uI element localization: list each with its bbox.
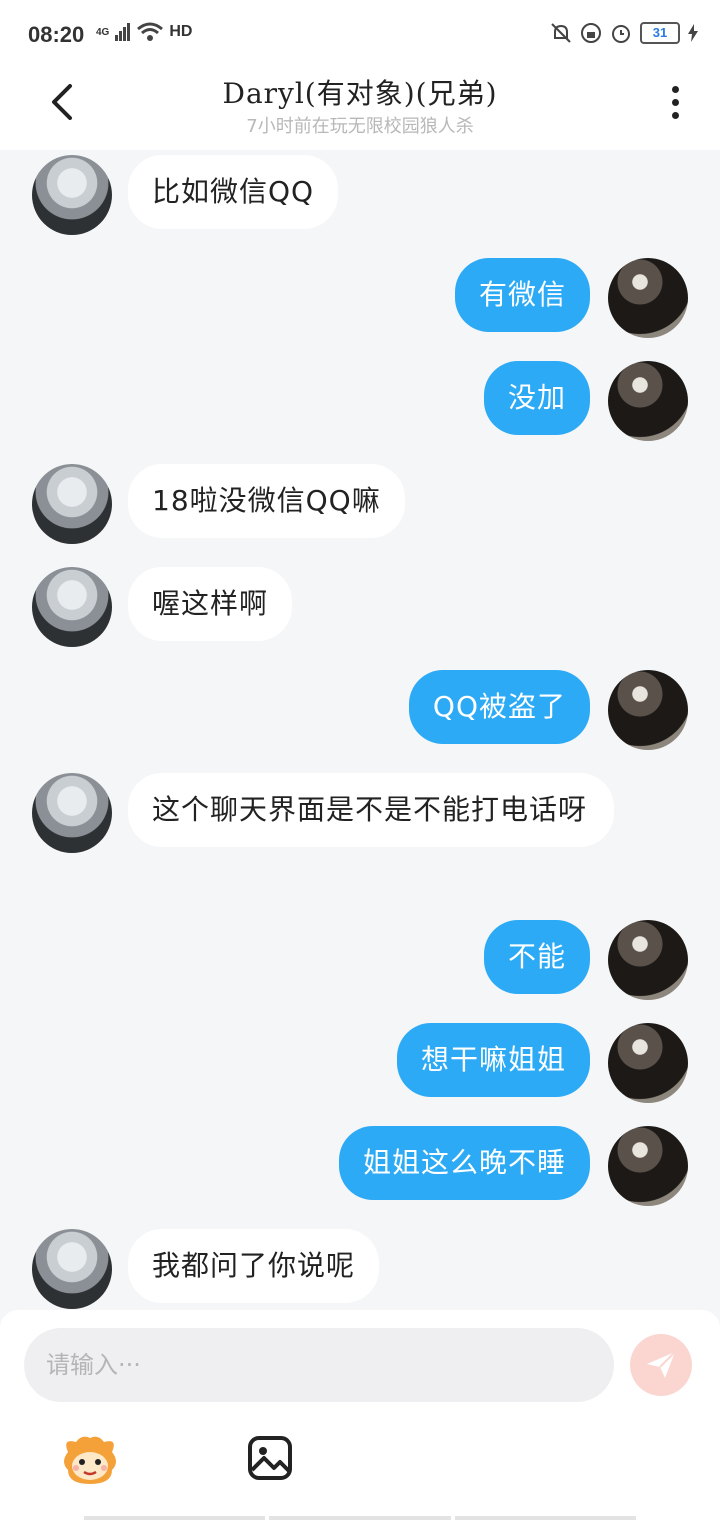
message-row: 喔这样啊 <box>32 567 293 647</box>
message-bubble[interactable]: QQ被盗了 <box>408 670 590 744</box>
status-time: 08:20 <box>28 22 85 47</box>
contact-avatar[interactable] <box>32 464 112 544</box>
message-bubble[interactable]: 我都问了你说呢 <box>128 1229 380 1303</box>
contact-avatar[interactable] <box>32 155 112 235</box>
mute-bell-icon <box>551 23 571 43</box>
message-bubble[interactable]: 不能 <box>483 920 590 994</box>
lock-rotation-icon <box>581 23 601 43</box>
message-row: 我都问了你说呢 <box>32 1229 380 1309</box>
network-label: 4G <box>96 26 110 38</box>
more-button[interactable] <box>660 80 690 124</box>
message-row: 不能 <box>483 920 688 1000</box>
self-avatar[interactable] <box>608 258 688 338</box>
signal-icon <box>115 23 131 41</box>
message-row: 想干嘛姐姐 <box>396 1023 688 1103</box>
status-bar: 08:20 4G HD 31 <box>0 0 720 70</box>
composer <box>0 1310 720 1520</box>
charging-icon <box>688 24 698 42</box>
message-row: QQ被盗了 <box>408 670 688 750</box>
hd-label: HD <box>169 23 193 40</box>
chat-subtitle: 7小时前在玩无限校园狼人杀 <box>246 116 474 137</box>
message-bubble[interactable]: 喔这样啊 <box>128 567 293 641</box>
message-bubble[interactable]: 比如微信QQ <box>128 155 339 229</box>
chat-header: Daryl(有对象)(兄弟) 7小时前在玩无限校园狼人杀 <box>0 70 720 150</box>
chat-title: Daryl(有对象)(兄弟) <box>222 77 498 110</box>
status-left-icons: 4G HD <box>96 22 192 42</box>
self-avatar[interactable] <box>608 670 688 750</box>
wifi-icon <box>137 22 164 41</box>
battery-indicator: 31 <box>640 22 680 44</box>
message-row: 18啦没微信QQ嘛 <box>32 464 405 544</box>
message-row: 没加 <box>483 361 688 441</box>
send-icon <box>647 1351 676 1378</box>
message-bubble[interactable]: 想干嘛姐姐 <box>396 1023 590 1097</box>
message-row: 比如微信QQ <box>32 155 339 235</box>
message-bubble[interactable]: 没加 <box>483 361 590 435</box>
self-avatar[interactable] <box>608 1023 688 1103</box>
message-bubble[interactable]: 姐姐这么晚不睡 <box>338 1126 590 1200</box>
mascot-icon[interactable] <box>60 1434 120 1486</box>
send-button[interactable] <box>630 1334 692 1396</box>
message-bubble[interactable]: 18啦没微信QQ嘛 <box>128 464 405 538</box>
self-avatar[interactable] <box>608 361 688 441</box>
alarm-icon <box>612 25 630 43</box>
message-bubble[interactable]: 这个聊天界面是不是不能打电话呀 <box>128 773 614 847</box>
message-row: 这个聊天界面是不是不能打电话呀 <box>32 773 614 853</box>
message-row: 有微信 <box>454 258 688 338</box>
keyboard-divider <box>84 1516 636 1520</box>
message-bubble[interactable]: 有微信 <box>454 258 590 332</box>
self-avatar[interactable] <box>608 1126 688 1206</box>
image-icon[interactable] <box>246 1434 294 1482</box>
contact-avatar[interactable] <box>32 1229 112 1309</box>
status-right-icons: 31 <box>550 22 698 44</box>
contact-avatar[interactable] <box>32 773 112 853</box>
self-avatar[interactable] <box>608 920 688 1000</box>
message-row: 姐姐这么晚不睡 <box>338 1126 688 1206</box>
more-icon <box>671 85 679 93</box>
contact-avatar[interactable] <box>32 567 112 647</box>
message-input[interactable] <box>24 1328 614 1402</box>
